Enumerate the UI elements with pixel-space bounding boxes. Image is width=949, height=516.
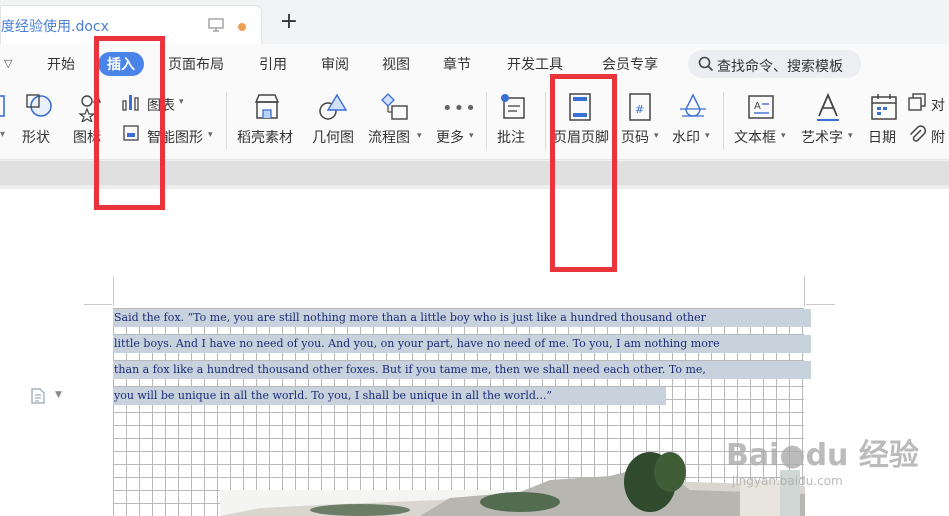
watermark-label: 水印 (672, 130, 700, 146)
page-corner-guide (806, 304, 835, 305)
unsaved-dot-icon (238, 23, 246, 31)
paragraph-dropdown-icon[interactable]: ▼ (55, 390, 62, 400)
menu-home[interactable]: 开始 (47, 54, 75, 74)
selected-text-line[interactable]: than a fox like a hundred thousand other… (113, 361, 811, 379)
command-search[interactable]: 查找命令、搜索模板 (688, 50, 861, 78)
highlight-box-header-footer (550, 74, 617, 272)
selected-text-line[interactable]: little boys. And I have no need of you. … (113, 335, 811, 353)
attachment-button[interactable]: 附 (931, 127, 945, 147)
date-button[interactable]: 日期 (868, 84, 900, 160)
object-icon (908, 93, 926, 111)
menu-review[interactable]: 审阅 (321, 54, 349, 74)
ribbon-divider (723, 92, 724, 150)
flowchart-dropdown-icon[interactable]: ▾ (417, 131, 422, 141)
more-dropdown-icon[interactable]: ▾ (469, 131, 474, 141)
smartart-dropdown-icon[interactable]: ▾ (208, 130, 213, 140)
menu-developer[interactable]: 开发工具 (507, 54, 563, 74)
menu-collapse-icon[interactable]: ▽ (4, 57, 12, 70)
selected-text-line[interactable]: Said the fox. “To me, you are still noth… (113, 309, 811, 327)
svg-text:#: # (635, 103, 644, 116)
geometry-label: 几何图 (312, 130, 354, 146)
search-label: 查找命令、搜索模板 (717, 59, 843, 75)
geometry-icon (319, 93, 348, 120)
flowchart-label: 流程图 (368, 130, 410, 146)
page-number-icon: # (629, 93, 651, 121)
flowchart-icon (381, 93, 408, 120)
search-icon (698, 56, 714, 72)
shape-button[interactable]: 形状 (22, 84, 62, 160)
calendar-icon (871, 94, 897, 120)
watermark-dropdown-icon[interactable]: ▾ (705, 131, 710, 141)
shape-label: 形状 (22, 130, 50, 146)
page-corner-guide (84, 304, 112, 305)
object-button[interactable]: 对 (931, 95, 945, 115)
menu-references[interactable]: 引用 (259, 54, 287, 74)
comment-button[interactable]: 批注 (497, 84, 531, 160)
docer-material-button[interactable]: 稻壳素材 (237, 84, 297, 160)
page-number-label: 页码 (621, 130, 649, 146)
textbox-label: 文本框 (734, 130, 776, 146)
more-label: 更多 (436, 130, 464, 146)
watermark-icon (680, 93, 706, 117)
new-tab-button[interactable]: + (277, 10, 301, 34)
menu-member[interactable]: 会员专享 (602, 54, 658, 74)
wordart-icon (817, 92, 839, 121)
selected-text-line[interactable]: you will be unique in all the world. To … (113, 387, 666, 405)
page-corner-guide (804, 276, 805, 306)
more-button[interactable]: ••• 更多 ▾ (436, 84, 476, 160)
wordart-button[interactable]: 艺术字 ▾ (801, 84, 857, 160)
page-number-button[interactable]: # 页码 ▾ (621, 84, 661, 160)
document-photo (220, 452, 805, 516)
document-tab-title: 度经验使用.docx (1, 19, 109, 35)
monitor-icon[interactable] (208, 18, 224, 32)
comment-icon (501, 94, 525, 119)
watermark-button[interactable]: 水印 ▾ (672, 84, 716, 160)
ribbon-divider (545, 92, 546, 150)
textbox-button[interactable]: A 文本框 ▾ (734, 84, 792, 160)
comment-label: 批注 (497, 130, 525, 146)
store-icon (254, 94, 280, 119)
baidu-watermark: Bai●du 经验 (726, 438, 919, 473)
ribbon-divider (226, 92, 227, 150)
table-dropdown-icon[interactable]: ▾ (0, 129, 5, 140)
page-number-dropdown-icon[interactable]: ▾ (654, 131, 659, 141)
wordart-label: 艺术字 (801, 130, 843, 146)
menu-chapter[interactable]: 章节 (443, 54, 471, 74)
more-dots-icon: ••• (442, 98, 477, 119)
paperclip-icon (909, 125, 927, 142)
ribbon-divider (486, 92, 487, 150)
menu-page-layout[interactable]: 页面布局 (168, 54, 224, 74)
svg-text:A: A (754, 101, 761, 112)
shape-icon (26, 94, 52, 117)
wordart-dropdown-icon[interactable]: ▾ (848, 131, 853, 141)
chart-dropdown-icon[interactable]: ▾ (179, 97, 184, 107)
textbox-dropdown-icon[interactable]: ▾ (781, 131, 786, 141)
menu-view[interactable]: 视图 (382, 54, 410, 74)
flowchart-button[interactable]: 流程图 ▾ (368, 84, 426, 160)
paragraph-layout-icon[interactable] (30, 388, 46, 404)
geometry-button[interactable]: 几何图 (312, 84, 358, 160)
textbox-icon: A (748, 95, 774, 119)
docer-material-label: 稻壳素材 (237, 130, 293, 146)
table-icon[interactable] (0, 94, 6, 118)
page-corner-guide (113, 276, 114, 306)
date-label: 日期 (868, 130, 896, 146)
highlight-box-insert (94, 36, 165, 210)
baidu-watermark-url: jingyan.baidu.com (732, 474, 843, 488)
